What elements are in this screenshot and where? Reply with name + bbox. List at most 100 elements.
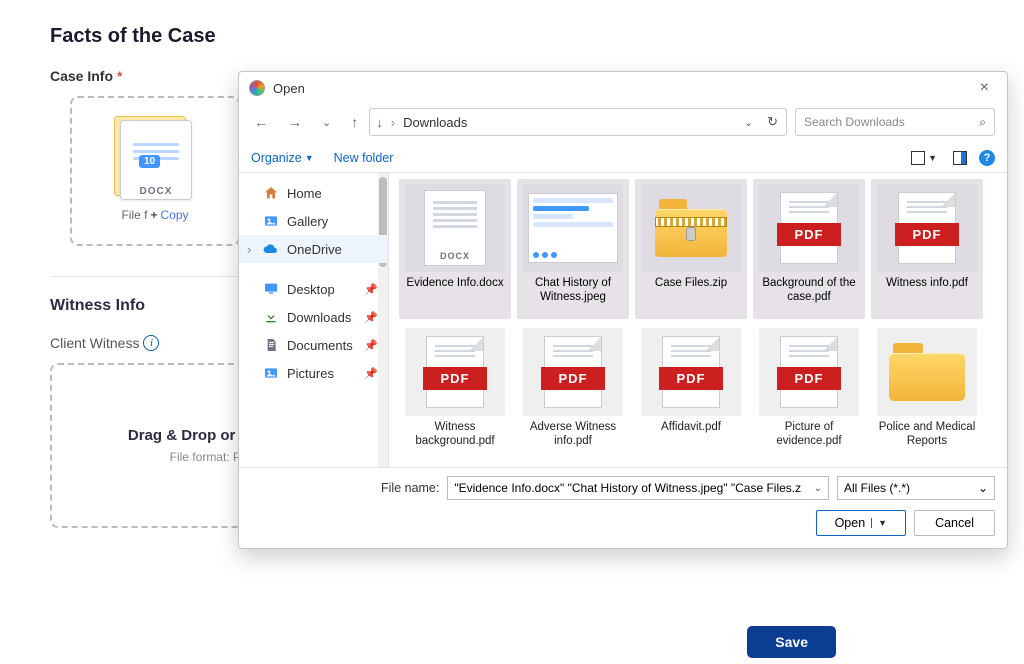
organize-menu[interactable]: Organize ▼ <box>251 151 314 165</box>
view-mode-toggle[interactable]: ▼ <box>911 151 937 165</box>
pdf-thumb-icon: PDF <box>759 328 859 416</box>
sidebar-item-home[interactable]: Home <box>239 179 388 207</box>
img-thumb-icon <box>523 184 623 272</box>
file-item[interactable]: PDF Picture of evidence.pdf <box>753 323 865 463</box>
file-name: Affidavit.pdf <box>661 420 721 434</box>
sidebar-item-downloads[interactable]: Downloads 📌 <box>239 303 388 331</box>
pin-icon: 📌 <box>364 339 378 352</box>
file-name: Adverse Witness info.pdf <box>520 420 626 449</box>
file-item[interactable]: PDF Adverse Witness info.pdf <box>517 323 629 463</box>
folder-thumb-icon <box>877 328 977 416</box>
sidebar-item-label: Downloads <box>287 310 351 325</box>
file-open-dialog: Open × ← → ⌄ ↑ ↓ › Downloads ⌄ ↻ Search … <box>238 71 1008 549</box>
address-dropdown-icon[interactable]: ⌄ <box>740 116 757 129</box>
pdf-thumb-icon: PDF <box>759 184 859 272</box>
file-item[interactable]: Police and Medical Reports <box>871 323 983 463</box>
file-item[interactable]: DOCX Evidence Info.docx <box>399 179 511 319</box>
nav-forward-icon[interactable]: → <box>285 112 305 132</box>
open-dropdown-icon[interactable]: ▼ <box>871 518 887 528</box>
nav-up-icon[interactable]: ↑ <box>348 112 361 132</box>
open-button[interactable]: Open ▼ <box>816 510 907 536</box>
view-box-icon <box>911 151 925 165</box>
file-item[interactable]: PDF Affidavit.pdf <box>635 323 747 463</box>
home-icon <box>263 185 279 201</box>
sidebar-item-label: Pictures <box>287 366 334 381</box>
file-name: Witness background.pdf <box>402 420 508 449</box>
copy-link[interactable]: Copy <box>161 208 189 222</box>
file-name: Chat History of Witness.jpeg <box>520 276 626 305</box>
cancel-label: Cancel <box>935 516 974 530</box>
organize-label: Organize <box>251 151 302 165</box>
app-icon <box>249 80 265 96</box>
sidebar-item-label: Home <box>287 186 322 201</box>
filename-value: "Evidence Info.docx" "Chat History of Wi… <box>454 481 801 495</box>
breadcrumb-separator: › <box>391 115 395 130</box>
file-name: Evidence Info.docx <box>406 276 503 290</box>
page-title: Facts of the Case <box>50 25 974 48</box>
address-bar[interactable]: ↓ › Downloads ⌄ ↻ <box>369 108 787 136</box>
sidebar-item-label: Desktop <box>287 282 335 297</box>
case-info-text: Case Info <box>50 68 113 84</box>
file-name: Picture of evidence.pdf <box>756 420 862 449</box>
dz-prefix: Drag & Drop or <box>128 427 240 444</box>
close-icon[interactable]: × <box>972 77 997 99</box>
file-caption: File f + Copy <box>121 208 188 222</box>
zip-thumb-icon <box>641 184 741 272</box>
filter-value: All Files (*.*) <box>844 481 910 495</box>
open-label: Open <box>835 516 866 530</box>
docx-count-badge: 10 <box>139 155 160 168</box>
docx-file-icon: 10 DOCX <box>114 116 196 198</box>
help-icon[interactable]: ? <box>979 150 995 166</box>
file-type-filter[interactable]: All Files (*.*) ⌄ <box>837 476 995 500</box>
dialog-title: Open <box>273 81 305 96</box>
pdf-thumb-icon: PDF <box>641 328 741 416</box>
filename-input[interactable]: "Evidence Info.docx" "Chat History of Wi… <box>447 476 829 500</box>
info-icon[interactable]: i <box>143 335 159 351</box>
file-item[interactable]: PDF Witness info.pdf <box>871 179 983 319</box>
nav-back-icon[interactable]: ← <box>251 112 271 132</box>
dialog-titlebar: Open × <box>239 72 1007 104</box>
refresh-icon[interactable]: ↻ <box>765 114 780 130</box>
sidebar-item-label: Gallery <box>287 214 328 229</box>
plus-icon: + <box>150 208 157 222</box>
pdf-thumb-icon: PDF <box>877 184 977 272</box>
cancel-button[interactable]: Cancel <box>914 510 995 536</box>
sidebar-item-onedrive[interactable]: OneDrive <box>239 235 388 263</box>
pdf-thumb-icon: PDF <box>405 328 505 416</box>
pin-icon: 📌 <box>364 283 378 296</box>
docx-thumb-icon: DOCX <box>405 184 505 272</box>
nav-recent-icon[interactable]: ⌄ <box>319 114 334 131</box>
nav-buttons: ← → ⌄ ↑ <box>251 112 361 132</box>
file-item[interactable]: Case Files.zip <box>635 179 747 319</box>
save-button[interactable]: Save <box>747 626 836 658</box>
file-item[interactable]: PDFBackground of the case.pdf <box>753 179 865 319</box>
search-input[interactable]: Search Downloads ⌕ <box>795 108 995 136</box>
downloads-arrow-icon: ↓ <box>376 115 383 130</box>
chevron-down-icon: ▼ <box>928 153 937 163</box>
preview-pane-toggle[interactable] <box>953 151 967 165</box>
sidebar-item-label: OneDrive <box>287 242 342 257</box>
pin-icon: 📌 <box>364 311 378 324</box>
docx-ext-label: DOCX <box>121 186 191 197</box>
new-folder-button[interactable]: New folder <box>334 151 394 165</box>
sidebar-item-gallery[interactable]: Gallery <box>239 207 388 235</box>
file-name: Witness info.pdf <box>886 276 968 290</box>
sidebar-item-pictures[interactable]: Pictures 📌 <box>239 359 388 387</box>
sidebar: Home Gallery OneDrive Desktop 📌 Download… <box>239 173 389 467</box>
gallery-icon <box>263 213 279 229</box>
file-item[interactable]: Chat History of Witness.jpeg <box>517 179 629 319</box>
sidebar-item-desktop[interactable]: Desktop 📌 <box>239 275 388 303</box>
sidebar-item-documents[interactable]: Documents 📌 <box>239 331 388 359</box>
case-info-dropzone[interactable]: 10 DOCX File f + Copy <box>70 96 240 246</box>
pdf-thumb-icon: PDF <box>523 328 623 416</box>
chevron-down-icon[interactable]: ⌄ <box>814 483 822 494</box>
search-icon: ⌕ <box>979 115 986 130</box>
file-grid: DOCX Evidence Info.docx Chat History of Wi… <box>389 173 1007 467</box>
file-item[interactable]: PDF Witness background.pdf <box>399 323 511 463</box>
pictures-icon <box>263 365 279 381</box>
search-placeholder: Search Downloads <box>804 115 905 129</box>
breadcrumb-downloads[interactable]: Downloads <box>403 115 467 130</box>
desktop-icon <box>263 281 279 297</box>
download-icon <box>263 309 279 325</box>
cloud-icon <box>263 241 279 257</box>
